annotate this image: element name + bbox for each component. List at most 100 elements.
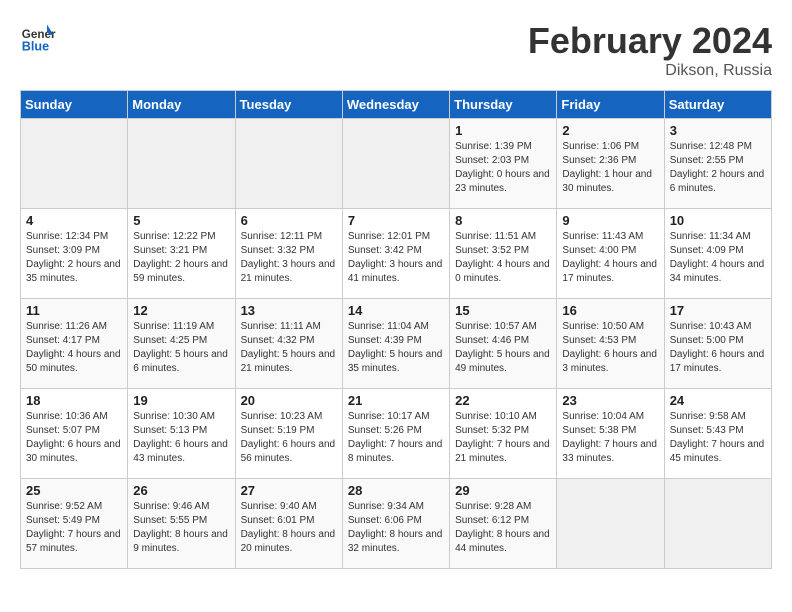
calendar-day-cell: 9 Sunrise: 11:43 AM Sunset: 4:00 PM Dayli… xyxy=(557,209,664,299)
day-info: Sunrise: 10:04 AM Sunset: 5:38 PM Daylig… xyxy=(562,410,658,466)
calendar-day-cell: 15 Sunrise: 10:57 AM Sunset: 4:46 PM Dayl… xyxy=(450,299,557,389)
day-info: Sunrise: 10:43 AM Sunset: 5:00 PM Daylig… xyxy=(670,320,766,376)
day-info: Sunrise: 1:39 PM Sunset: 2:03 PM Dayligh… xyxy=(455,140,551,196)
calendar-header-row: SundayMondayTuesdayWednesdayThursdayFrid… xyxy=(21,91,772,119)
day-info: Sunrise: 9:46 AM Sunset: 5:55 PM Dayligh… xyxy=(133,500,229,556)
day-header-friday: Friday xyxy=(557,91,664,119)
day-info: Sunrise: 12:22 PM Sunset: 3:21 PM Daylig… xyxy=(133,230,229,286)
calendar-day-cell: 26 Sunrise: 9:46 AM Sunset: 5:55 PM Dayli… xyxy=(128,479,235,569)
day-number: 14 xyxy=(348,303,444,318)
day-number: 26 xyxy=(133,483,229,498)
calendar-day-cell: 1 Sunrise: 1:39 PM Sunset: 2:03 PM Daylig… xyxy=(450,119,557,209)
day-info: Sunrise: 12:01 PM Sunset: 3:42 PM Daylig… xyxy=(348,230,444,286)
title-block: February 2024 Dikson, Russia xyxy=(528,20,772,80)
day-info: Sunrise: 10:30 AM Sunset: 5:13 PM Daylig… xyxy=(133,410,229,466)
calendar-day-cell: 21 Sunrise: 10:17 AM Sunset: 5:26 PM Dayl… xyxy=(342,389,449,479)
day-number: 23 xyxy=(562,393,658,408)
day-number: 21 xyxy=(348,393,444,408)
day-info: Sunrise: 11:04 AM Sunset: 4:39 PM Daylig… xyxy=(348,320,444,376)
calendar-day-cell: 27 Sunrise: 9:40 AM Sunset: 6:01 PM Dayli… xyxy=(235,479,342,569)
day-info: Sunrise: 10:36 AM Sunset: 5:07 PM Daylig… xyxy=(26,410,122,466)
day-number: 29 xyxy=(455,483,551,498)
calendar-day-cell: 4Sunrise: 12:34 PM Sunset: 3:09 PM Dayli… xyxy=(21,209,128,299)
day-header-thursday: Thursday xyxy=(450,91,557,119)
day-info: Sunrise: 11:19 AM Sunset: 4:25 PM Daylig… xyxy=(133,320,229,376)
day-number: 1 xyxy=(455,123,551,138)
day-number: 25 xyxy=(26,483,122,498)
day-number: 6 xyxy=(241,213,337,228)
day-number: 18 xyxy=(26,393,122,408)
calendar-week-row: 1 Sunrise: 1:39 PM Sunset: 2:03 PM Daylig… xyxy=(21,119,772,209)
calendar-day-cell: 10 Sunrise: 11:34 AM Sunset: 4:09 PM Dayl… xyxy=(664,209,771,299)
day-info: Sunrise: 1:06 PM Sunset: 2:36 PM Dayligh… xyxy=(562,140,658,196)
day-number: 11 xyxy=(26,303,122,318)
calendar-day-cell: 13 Sunrise: 11:11 AM Sunset: 4:32 PM Dayl… xyxy=(235,299,342,389)
day-info: Sunrise: 10:23 AM Sunset: 5:19 PM Daylig… xyxy=(241,410,337,466)
day-info: Sunrise: 10:50 AM Sunset: 4:53 PM Daylig… xyxy=(562,320,658,376)
day-number: 7 xyxy=(348,213,444,228)
calendar-day-cell: 29 Sunrise: 9:28 AM Sunset: 6:12 PM Dayli… xyxy=(450,479,557,569)
calendar-day-cell xyxy=(21,119,128,209)
day-number: 2 xyxy=(562,123,658,138)
calendar-day-cell: 18 Sunrise: 10:36 AM Sunset: 5:07 PM Dayl… xyxy=(21,389,128,479)
day-info: Sunrise: 9:34 AM Sunset: 6:06 PM Dayligh… xyxy=(348,500,444,556)
calendar-day-cell xyxy=(664,479,771,569)
day-number: 3 xyxy=(670,123,766,138)
calendar-day-cell: 28 Sunrise: 9:34 AM Sunset: 6:06 PM Dayli… xyxy=(342,479,449,569)
calendar-day-cell: 6Sunrise: 12:11 PM Sunset: 3:32 PM Dayli… xyxy=(235,209,342,299)
day-number: 5 xyxy=(133,213,229,228)
day-number: 9 xyxy=(562,213,658,228)
calendar-day-cell: 16Sunrise: 10:50 AM Sunset: 4:53 PM Dayl… xyxy=(557,299,664,389)
calendar-day-cell: 23 Sunrise: 10:04 AM Sunset: 5:38 PM Dayl… xyxy=(557,389,664,479)
day-info: Sunrise: 12:34 PM Sunset: 3:09 PM Daylig… xyxy=(26,230,122,286)
day-info: Sunrise: 10:57 AM Sunset: 4:46 PM Daylig… xyxy=(455,320,551,376)
calendar-day-cell: 14 Sunrise: 11:04 AM Sunset: 4:39 PM Dayl… xyxy=(342,299,449,389)
calendar-week-row: 25 Sunrise: 9:52 AM Sunset: 5:49 PM Dayli… xyxy=(21,479,772,569)
day-number: 17 xyxy=(670,303,766,318)
calendar-day-cell: 5 Sunrise: 12:22 PM Sunset: 3:21 PM Dayli… xyxy=(128,209,235,299)
day-header-monday: Monday xyxy=(128,91,235,119)
day-header-sunday: Sunday xyxy=(21,91,128,119)
day-number: 13 xyxy=(241,303,337,318)
day-info: Sunrise: 11:43 AM Sunset: 4:00 PM Daylig… xyxy=(562,230,658,286)
day-number: 27 xyxy=(241,483,337,498)
month-title: February 2024 xyxy=(528,20,772,62)
location: Dikson, Russia xyxy=(528,62,772,80)
svg-text:Blue: Blue xyxy=(22,40,49,54)
calendar-day-cell: 22 Sunrise: 10:10 AM Sunset: 5:32 PM Dayl… xyxy=(450,389,557,479)
calendar-week-row: 18 Sunrise: 10:36 AM Sunset: 5:07 PM Dayl… xyxy=(21,389,772,479)
day-header-saturday: Saturday xyxy=(664,91,771,119)
day-number: 12 xyxy=(133,303,229,318)
calendar-week-row: 4Sunrise: 12:34 PM Sunset: 3:09 PM Dayli… xyxy=(21,209,772,299)
day-header-tuesday: Tuesday xyxy=(235,91,342,119)
calendar-day-cell: 19Sunrise: 10:30 AM Sunset: 5:13 PM Dayl… xyxy=(128,389,235,479)
day-info: Sunrise: 11:34 AM Sunset: 4:09 PM Daylig… xyxy=(670,230,766,286)
calendar-day-cell: 8 Sunrise: 11:51 AM Sunset: 3:52 PM Dayli… xyxy=(450,209,557,299)
day-info: Sunrise: 11:51 AM Sunset: 3:52 PM Daylig… xyxy=(455,230,551,286)
logo: General Blue xyxy=(20,20,56,56)
day-number: 8 xyxy=(455,213,551,228)
day-info: Sunrise: 9:52 AM Sunset: 5:49 PM Dayligh… xyxy=(26,500,122,556)
day-info: Sunrise: 10:10 AM Sunset: 5:32 PM Daylig… xyxy=(455,410,551,466)
day-number: 28 xyxy=(348,483,444,498)
day-info: Sunrise: 11:11 AM Sunset: 4:32 PM Daylig… xyxy=(241,320,337,376)
calendar-table: SundayMondayTuesdayWednesdayThursdayFrid… xyxy=(20,90,772,569)
day-info: Sunrise: 12:48 PM Sunset: 2:55 PM Daylig… xyxy=(670,140,766,196)
calendar-day-cell xyxy=(342,119,449,209)
calendar-day-cell: 7 Sunrise: 12:01 PM Sunset: 3:42 PM Dayli… xyxy=(342,209,449,299)
page-header: General Blue February 2024 Dikson, Russi… xyxy=(20,20,772,80)
calendar-day-cell: 25 Sunrise: 9:52 AM Sunset: 5:49 PM Dayli… xyxy=(21,479,128,569)
calendar-week-row: 11Sunrise: 11:26 AM Sunset: 4:17 PM Dayl… xyxy=(21,299,772,389)
day-info: Sunrise: 10:17 AM Sunset: 5:26 PM Daylig… xyxy=(348,410,444,466)
calendar-day-cell: 2 Sunrise: 1:06 PM Sunset: 2:36 PM Daylig… xyxy=(557,119,664,209)
day-number: 20 xyxy=(241,393,337,408)
day-info: Sunrise: 9:28 AM Sunset: 6:12 PM Dayligh… xyxy=(455,500,551,556)
logo-icon: General Blue xyxy=(20,20,56,56)
day-number: 22 xyxy=(455,393,551,408)
day-number: 15 xyxy=(455,303,551,318)
calendar-day-cell: 17 Sunrise: 10:43 AM Sunset: 5:00 PM Dayl… xyxy=(664,299,771,389)
calendar-day-cell xyxy=(235,119,342,209)
day-number: 10 xyxy=(670,213,766,228)
day-info: Sunrise: 9:40 AM Sunset: 6:01 PM Dayligh… xyxy=(241,500,337,556)
day-header-wednesday: Wednesday xyxy=(342,91,449,119)
